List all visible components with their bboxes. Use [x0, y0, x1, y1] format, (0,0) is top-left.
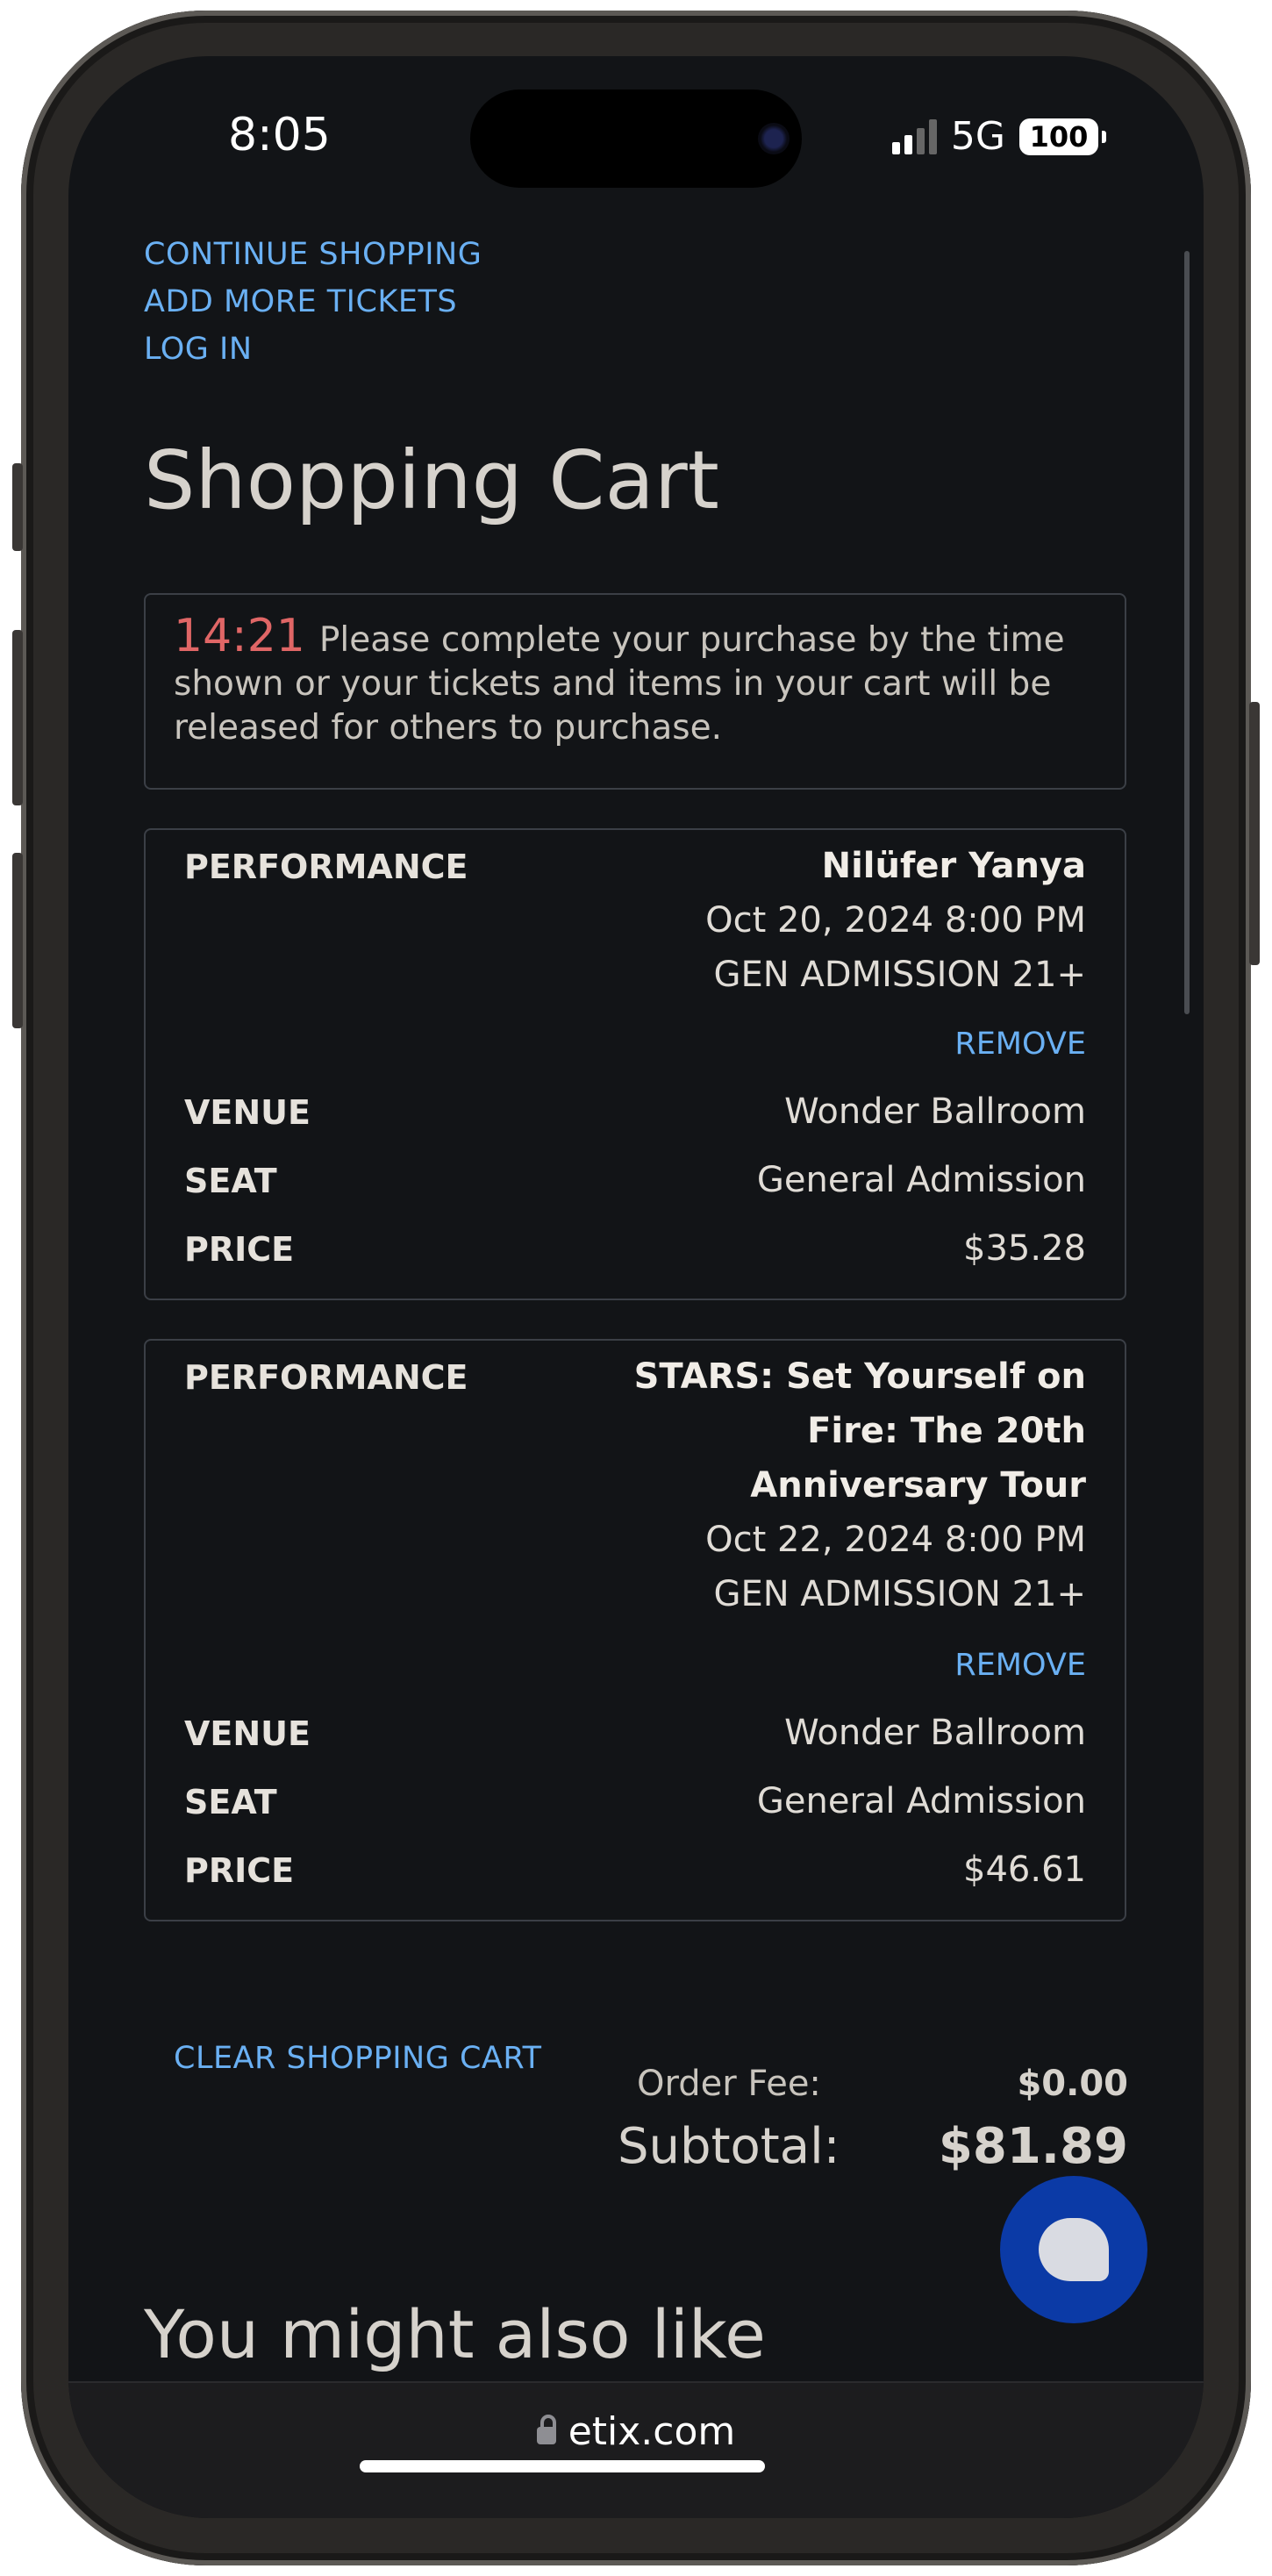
performance-label: PERFORMANCE — [184, 848, 468, 886]
price-value: $46.61 — [963, 1850, 1086, 1890]
continue-shopping-link[interactable]: CONTINUE SHOPPING — [144, 237, 482, 272]
network-type: 5G — [950, 114, 1005, 159]
clear-cart-link[interactable]: CLEAR SHOPPING CART — [174, 2041, 542, 2076]
page-title: Shopping Cart — [144, 433, 719, 527]
subtotal-label: Subtotal: — [618, 2118, 840, 2175]
timer-text: 14:21 Please complete your purchase by th… — [174, 613, 1097, 750]
performance-label: PERFORMANCE — [184, 1358, 468, 1397]
timer-notice: 14:21 Please complete your purchase by th… — [144, 593, 1126, 790]
url-display[interactable]: etix.com — [68, 2409, 1204, 2454]
scrollbar[interactable] — [1184, 251, 1190, 1014]
performance-title: Nilüfer Yanya — [821, 846, 1086, 886]
chat-bubble-icon — [1039, 2218, 1109, 2281]
performance-title-line: Fire: The 20th — [807, 1411, 1086, 1451]
volume-down-button — [12, 853, 23, 1028]
price-value: $35.28 — [963, 1228, 1086, 1269]
status-time: 8:05 — [228, 109, 331, 161]
cart-item: PERFORMANCE STARS: Set Yourself on Fire:… — [144, 1339, 1126, 1921]
browser-url-bar[interactable]: etix.com — [68, 2381, 1204, 2518]
performance-title-line: STARS: Set Yourself on — [633, 1356, 1086, 1397]
recommendations-heading: You might also like — [144, 2295, 766, 2373]
order-fee-value: $0.00 — [1017, 2064, 1128, 2104]
remove-button[interactable]: REMOVE — [954, 1027, 1086, 1062]
admission-type: GEN ADMISSION 21+ — [713, 955, 1087, 995]
battery-level: 100 — [1029, 119, 1089, 154]
home-indicator[interactable] — [360, 2460, 765, 2472]
volume-up-button — [12, 630, 23, 805]
remove-button[interactable]: REMOVE — [954, 1648, 1086, 1683]
cart-item: PERFORMANCE Nilüfer Yanya Oct 20, 2024 8… — [144, 828, 1126, 1300]
seat-label: SEAT — [184, 1162, 277, 1200]
admission-type: GEN ADMISSION 21+ — [713, 1574, 1087, 1614]
seat-value: General Admission — [756, 1781, 1086, 1821]
power-button — [1249, 702, 1260, 965]
cellular-signal-icon — [891, 118, 937, 154]
venue-label: VENUE — [184, 1093, 311, 1132]
battery-icon: 100 — [1019, 118, 1106, 155]
timer-countdown: 14:21 — [174, 610, 305, 662]
status-indicators: 5G 100 — [891, 114, 1106, 159]
log-in-link[interactable]: LOG IN — [144, 332, 253, 367]
lock-icon — [536, 2415, 556, 2444]
subtotal-value: $81.89 — [938, 2118, 1128, 2175]
screen: 8:05 5G 100 CONTINUE SHOPPING ADD MORE T… — [68, 56, 1204, 2518]
venue-value: Wonder Ballroom — [784, 1091, 1086, 1132]
action-button — [12, 463, 23, 551]
price-label: PRICE — [184, 1851, 295, 1890]
seat-label: SEAT — [184, 1783, 277, 1821]
chat-button[interactable] — [1000, 2176, 1147, 2323]
venue-label: VENUE — [184, 1714, 311, 1753]
url-text: etix.com — [568, 2409, 736, 2454]
performance-title-line: Anniversary Tour — [750, 1465, 1086, 1506]
price-label: PRICE — [184, 1230, 295, 1269]
performance-date: Oct 22, 2024 8:00 PM — [705, 1520, 1086, 1560]
seat-value: General Admission — [756, 1160, 1086, 1200]
add-more-tickets-link[interactable]: ADD MORE TICKETS — [144, 284, 457, 319]
dynamic-island — [470, 89, 802, 188]
performance-date: Oct 20, 2024 8:00 PM — [705, 900, 1086, 941]
order-fee-label: Order Fee: — [637, 2064, 821, 2104]
timer-message: Please complete your purchase by the tim… — [174, 620, 1065, 748]
venue-value: Wonder Ballroom — [784, 1713, 1086, 1753]
camera-icon — [758, 123, 790, 154]
